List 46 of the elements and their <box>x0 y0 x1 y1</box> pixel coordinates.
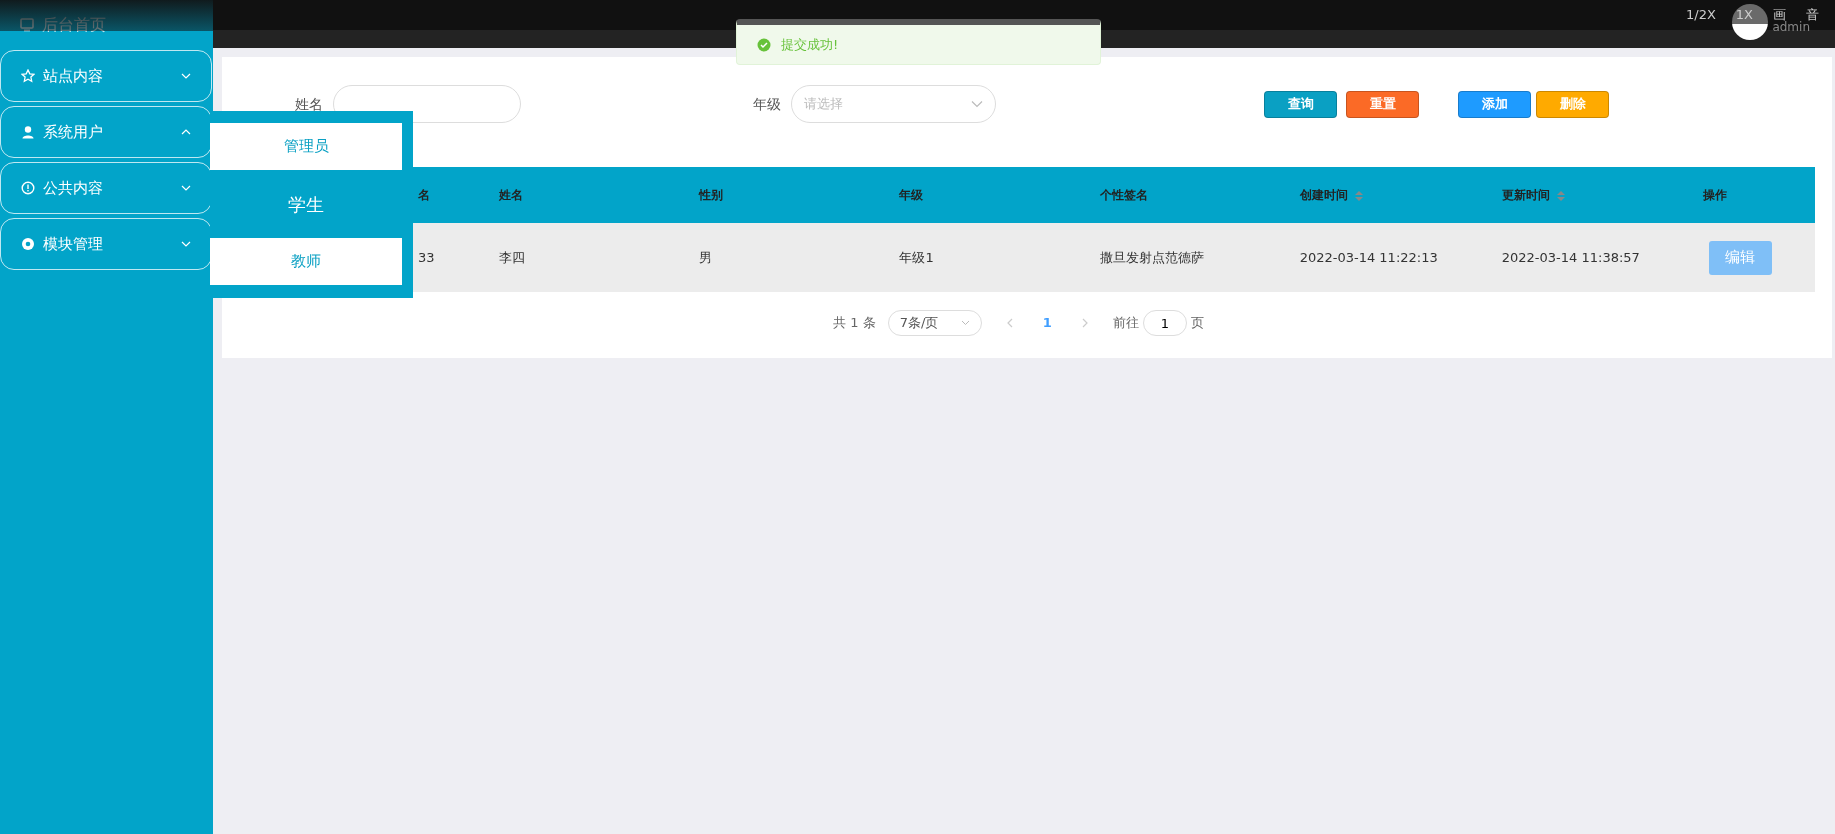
query-button[interactable]: 查询 <box>1264 90 1337 118</box>
edit-button[interactable]: 编辑 <box>1708 240 1772 275</box>
next-icon <box>1081 318 1089 328</box>
submenu-item[interactable]: 教师 <box>210 238 402 285</box>
sidebar-item[interactable]: 后台首页 <box>42 13 106 37</box>
toast-text: 提交成功! <box>781 35 839 54</box>
caret-icon <box>960 320 970 326</box>
page-input[interactable]: 1 <box>1142 310 1187 336</box>
delete-button[interactable]: 删除 <box>1536 90 1609 118</box>
page-suffix: 页 <box>1190 314 1204 333</box>
table-cell: 李四 <box>485 223 686 292</box>
page-size-select[interactable]: 7条/页 <box>887 310 982 336</box>
reset-button[interactable]: 重置 <box>1346 90 1419 118</box>
add-button[interactable]: 添加 <box>1458 90 1531 118</box>
table-cell: 男 <box>685 223 886 292</box>
star-icon <box>21 69 35 83</box>
field-label: 年级 <box>753 94 781 114</box>
speed-option[interactable]: 1/2X <box>1686 5 1716 25</box>
column-header[interactable]: 创建时间 <box>1299 188 1364 202</box>
submenu-item[interactable]: 管理员 <box>210 123 402 170</box>
column-header[interactable]: 更新时间 <box>1501 188 1566 202</box>
field-label: 姓名 <box>295 94 323 114</box>
page-number[interactable]: 1 <box>1036 312 1058 334</box>
table-cell: 2022-03-14 11:38:57 <box>1487 223 1689 292</box>
column-header: 名 <box>418 188 430 202</box>
user-icon <box>21 125 35 139</box>
check-circle-icon <box>757 37 771 52</box>
column-header: 姓名 <box>499 188 524 202</box>
total-count: 共 1 条 <box>833 314 876 333</box>
column-header: 操作 <box>1702 188 1727 202</box>
table-cell: 撒旦发射点范德萨 <box>1085 223 1286 292</box>
column-header: 个性签名 <box>1099 188 1148 202</box>
speed-option[interactable]: 1X <box>1735 5 1753 25</box>
prev-icon <box>1005 318 1013 328</box>
column-header: 性别 <box>699 188 724 202</box>
sort-icon <box>1353 189 1364 202</box>
menu-item[interactable]: 站点内容 <box>0 50 212 102</box>
alert-icon <box>21 181 35 195</box>
table-cell: 年级1 <box>885 223 1086 292</box>
table-cell: 2022-03-14 11:22:13 <box>1285 223 1488 292</box>
avatar-icon[interactable] <box>1732 4 1768 40</box>
sort-icon <box>1555 189 1566 202</box>
module-icon <box>21 237 35 251</box>
column-header: 年级 <box>899 188 924 202</box>
caret-icon <box>971 100 983 108</box>
goto-label: 前往 <box>1112 314 1139 333</box>
